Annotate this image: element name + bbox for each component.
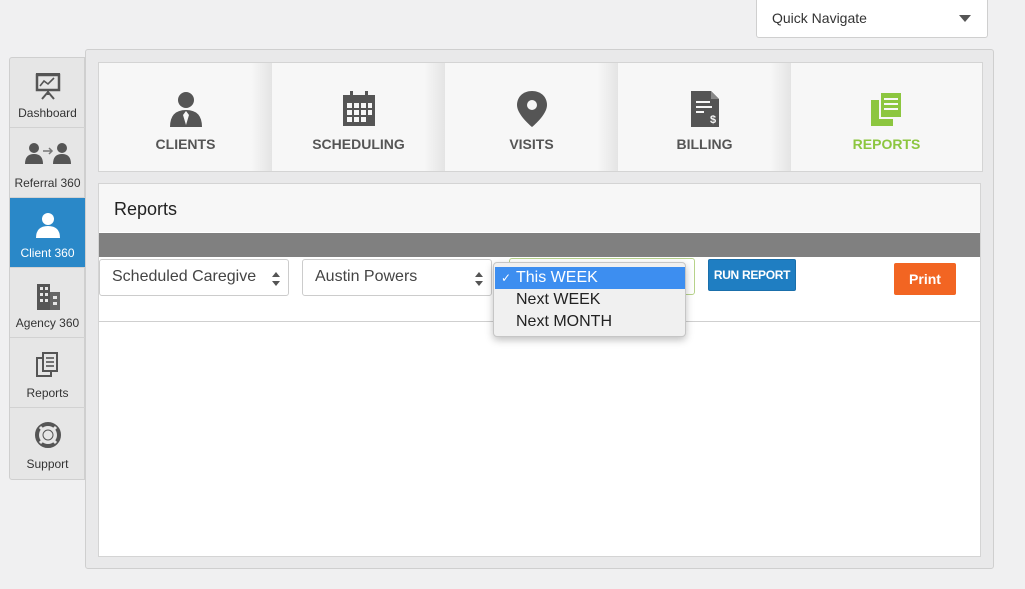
svg-text:$: $ [710, 114, 716, 126]
client-value: Austin Powers [315, 268, 418, 285]
check-icon: ✓ [501, 271, 512, 285]
print-button[interactable]: Print [894, 263, 956, 295]
select-arrows-icon [272, 272, 280, 286]
page-title: Reports [114, 199, 178, 219]
sidebar-item-referral-360[interactable]: Referral 360 [10, 128, 85, 198]
option-label: Next WEEK [516, 291, 601, 308]
reports-panel: Reports Scheduled Caregive Austin Powers… [98, 183, 981, 557]
invoice-icon: $ [618, 91, 791, 127]
user-icon [10, 212, 85, 242]
sidebar-item-support[interactable]: Support [10, 408, 85, 478]
quick-navigate-select[interactable]: Quick Navigate [756, 0, 988, 38]
building-icon [10, 282, 85, 312]
period-dropdown-menu: ✓ This WEEK Next WEEK Next MONTH [493, 262, 686, 337]
sidebar-item-label: Client 360 [20, 246, 75, 260]
documents-icon [10, 352, 85, 382]
sidebar-item-reports[interactable]: Reports [10, 338, 85, 408]
tab-label: REPORTS [852, 136, 921, 152]
sidebar-item-label: Agency 360 [15, 316, 80, 330]
tab-visits[interactable]: VISITS [445, 63, 618, 171]
option-label: This WEEK [516, 269, 598, 286]
calendar-icon [272, 91, 445, 127]
quick-navigate-label: Quick Navigate [772, 10, 867, 26]
dropdown-option-this-week[interactable]: ✓ This WEEK [495, 267, 685, 289]
dropdown-option-next-month[interactable]: Next MONTH [495, 311, 685, 333]
sidebar-item-label: Dashboard [18, 106, 77, 120]
sidebar: Dashboard Referral 360 Client 360 Agency… [9, 57, 85, 480]
panel-header: Reports [99, 184, 980, 232]
reports-icon [791, 91, 982, 127]
sidebar-item-label: Reports [26, 386, 69, 400]
tab-label: SCHEDULING [312, 136, 405, 152]
tab-scheduling[interactable]: SCHEDULING [272, 63, 445, 171]
chevron-down-icon [959, 15, 971, 22]
person-icon [99, 91, 272, 127]
sidebar-item-dashboard[interactable]: Dashboard [10, 58, 85, 128]
tab-label: BILLING [676, 136, 733, 152]
tab-label: CLIENTS [155, 136, 216, 152]
sidebar-item-client-360[interactable]: Client 360 [10, 198, 85, 268]
referral-icon [10, 142, 85, 172]
tab-clients[interactable]: CLIENTS [99, 63, 272, 171]
dropdown-option-next-week[interactable]: Next WEEK [495, 289, 685, 311]
tab-billing[interactable]: $ BILLING [618, 63, 791, 171]
panel-divider-bar [99, 233, 980, 257]
option-label: Next MONTH [516, 313, 612, 330]
module-tabs: CLIENTS SCHEDULING VISITS $ BILLING REPO… [98, 62, 983, 172]
lifebuoy-icon [10, 422, 85, 452]
sidebar-item-agency-360[interactable]: Agency 360 [10, 268, 85, 338]
select-arrows-icon [475, 272, 483, 286]
presentation-icon [10, 72, 85, 102]
report-type-value: Scheduled Caregive [112, 268, 257, 285]
tab-reports[interactable]: REPORTS [791, 63, 982, 171]
sidebar-item-label: Referral 360 [14, 176, 81, 190]
map-pin-icon [445, 91, 618, 127]
sidebar-item-label: Support [26, 457, 69, 471]
run-report-button[interactable]: RUN REPORT [708, 259, 796, 291]
tab-label: VISITS [509, 136, 554, 152]
report-type-select[interactable]: Scheduled Caregive [99, 259, 289, 296]
client-select[interactable]: Austin Powers [302, 259, 492, 296]
